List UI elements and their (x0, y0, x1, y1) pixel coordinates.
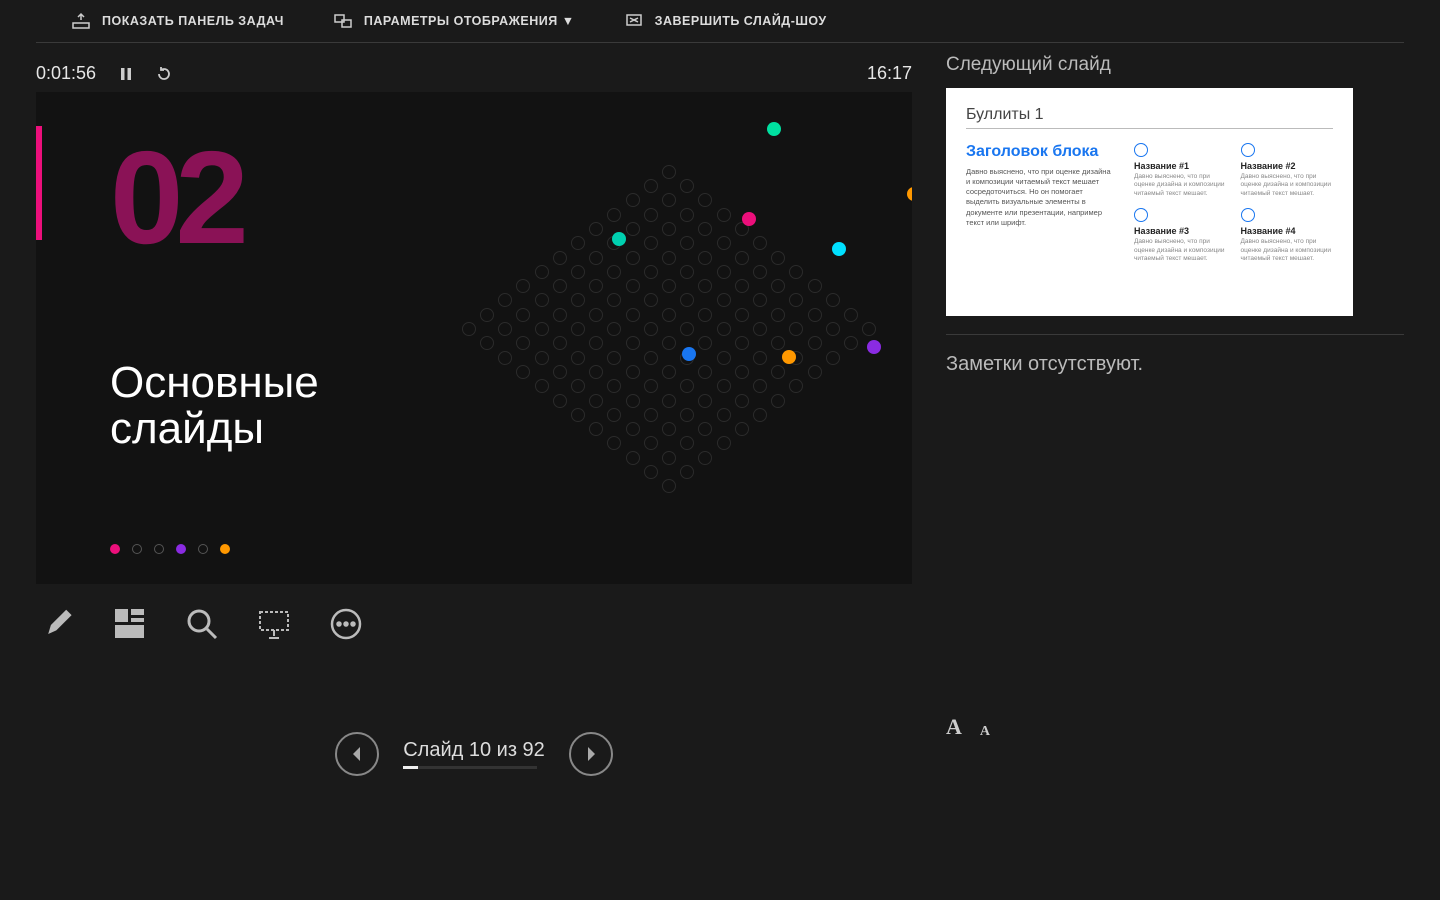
slide-title: Основные слайды (110, 360, 319, 452)
slide-progress[interactable] (403, 766, 537, 769)
thumb-block-text: Давно выяснено, что при оценке дизайна и… (966, 167, 1116, 228)
elapsed-time: 0:01:56 (36, 63, 96, 84)
thumb-cell: Название #4Давно выяснено, что при оценк… (1241, 208, 1334, 263)
end-slideshow-label: ЗАВЕРШИТЬ СЛАЙД-ШОУ (655, 14, 827, 28)
slide-toolbar (36, 584, 912, 642)
end-slideshow-button[interactable]: ЗАВЕРШИТЬ СЛАЙД-ШОУ (625, 12, 827, 30)
accent-bar (36, 126, 42, 240)
slide-counter: Слайд 10 из 92 (403, 739, 545, 762)
notes-empty: Заметки отсутствуют. (946, 353, 1404, 376)
timer-row: 0:01:56 16:17 (0, 43, 948, 92)
prev-slide-button[interactable] (335, 732, 379, 776)
pen-tool-button[interactable] (40, 606, 76, 642)
thumb-cell: Название #2Давно выяснено, что при оценк… (1241, 143, 1334, 198)
font-decrease-button[interactable]: A (980, 724, 990, 740)
pause-button[interactable] (118, 66, 134, 82)
next-slide-label: Следующий слайд (946, 54, 1404, 76)
next-slide-button[interactable] (569, 732, 613, 776)
next-slide-thumb[interactable]: Буллиты 1 Заголовок блока Давно выяснено… (946, 88, 1353, 316)
thumb-title: Буллиты 1 (966, 106, 1333, 124)
font-increase-button[interactable]: A (946, 714, 962, 740)
show-taskbar-label: ПОКАЗАТЬ ПАНЕЛЬ ЗАДАЧ (102, 14, 284, 28)
topbar: ПОКАЗАТЬ ПАНЕЛЬ ЗАДАЧ ПАРАМЕТРЫ ОТОБРАЖЕ… (36, 0, 1404, 43)
end-slideshow-icon (625, 12, 643, 30)
taskbar-icon (72, 12, 90, 30)
zoom-button[interactable] (184, 606, 220, 642)
slides-view-button[interactable] (112, 606, 148, 642)
blank-screen-button[interactable] (256, 606, 292, 642)
current-slide[interactable]: 02 Основные слайды (36, 92, 912, 584)
thumb-cell: Название #3Давно выяснено, что при оценк… (1134, 208, 1227, 263)
display-params-icon (334, 12, 352, 30)
restart-button[interactable] (156, 66, 172, 82)
footer-dots (110, 544, 230, 554)
slide-number: 02 (110, 122, 241, 273)
thumb-block-title: Заголовок блока (966, 143, 1116, 161)
decorative-dots (412, 92, 912, 572)
display-params-label: ПАРАМЕТРЫ ОТОБРАЖЕНИЯ ▼ (364, 14, 575, 28)
thumb-cell: Название #1Давно выяснено, что при оценк… (1134, 143, 1227, 198)
more-options-button[interactable] (328, 606, 364, 642)
display-params-button[interactable]: ПАРАМЕТРЫ ОТОБРАЖЕНИЯ ▼ (334, 12, 575, 30)
show-taskbar-button[interactable]: ПОКАЗАТЬ ПАНЕЛЬ ЗАДАЧ (72, 12, 284, 30)
clock-time: 16:17 (867, 63, 912, 84)
slide-nav: Слайд 10 из 92 (36, 732, 912, 776)
